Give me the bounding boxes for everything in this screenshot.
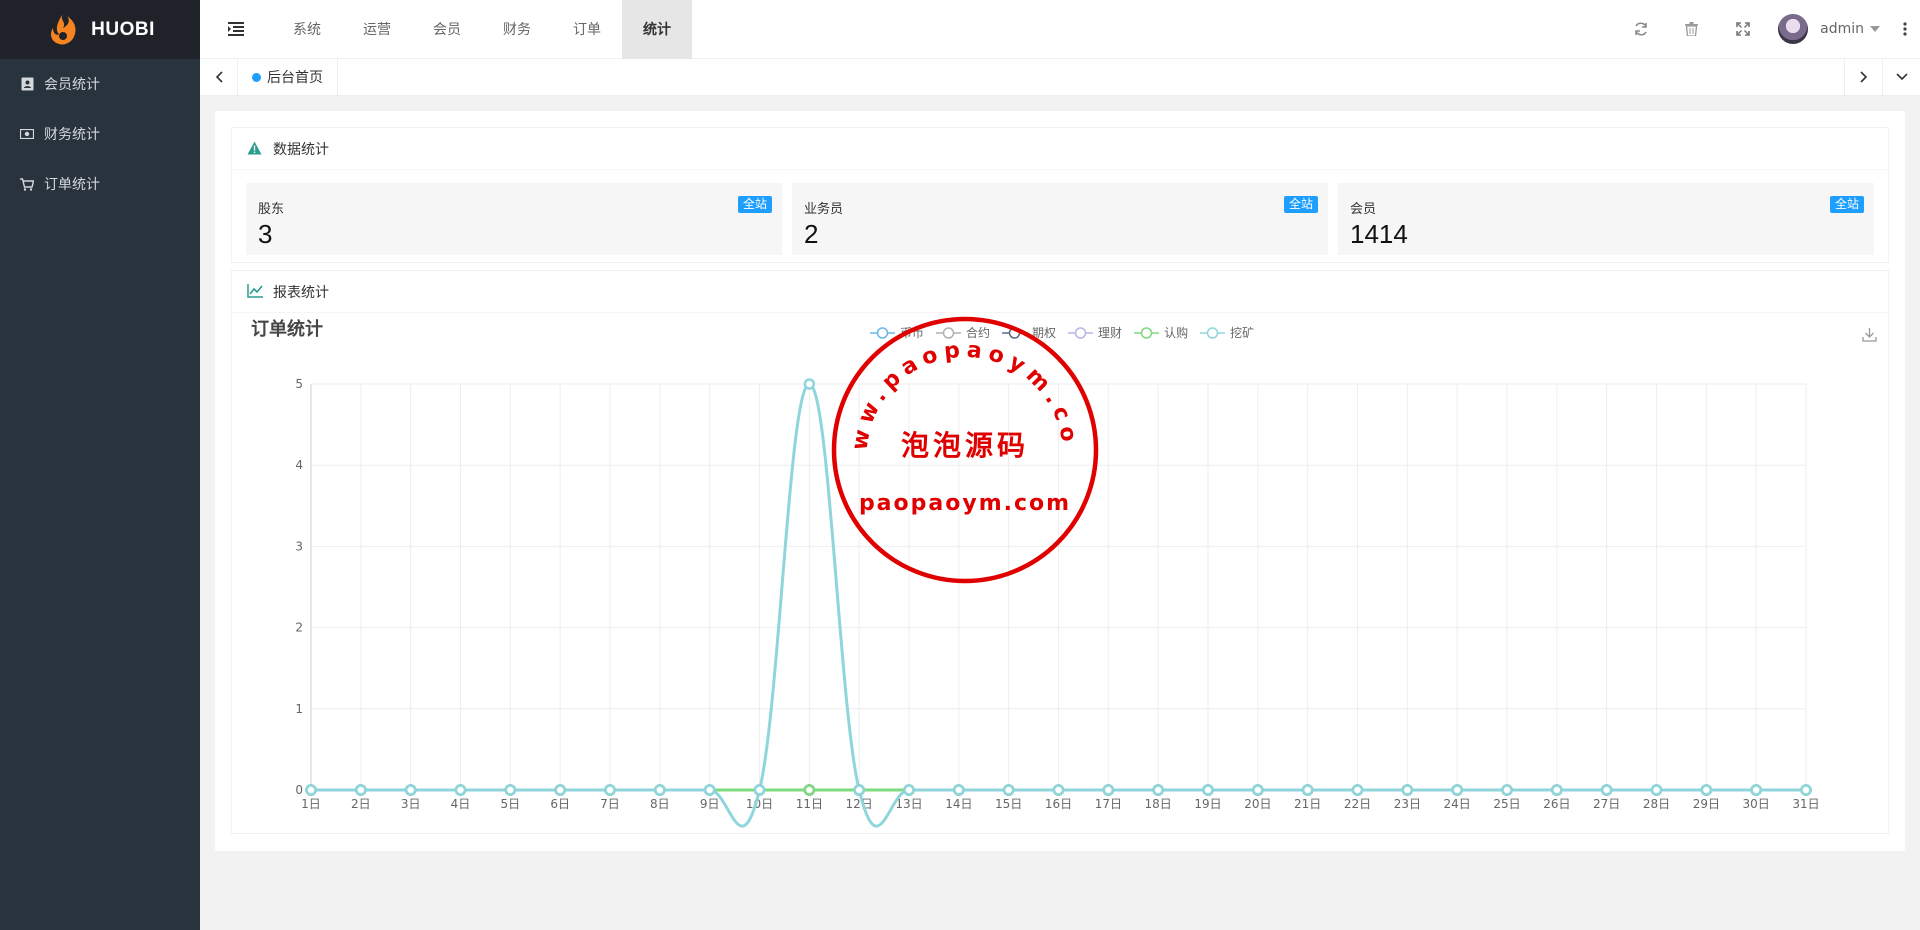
nav-member[interactable]: 会员	[412, 0, 482, 59]
stat-cards: 股东 3 全站 业务员 2 全站 会员 1414 全站	[246, 183, 1874, 255]
legend-label: 挖矿	[1230, 326, 1255, 340]
chevron-down-icon	[1870, 26, 1880, 32]
fullscreen-button[interactable]	[1717, 0, 1768, 59]
stat-value: 1414	[1350, 219, 1408, 249]
cart-icon	[20, 177, 34, 191]
panel-title: 报表统计	[273, 284, 329, 301]
nav-statistics[interactable]: 统计	[622, 0, 692, 59]
sidebar-item-label: 财务统计	[44, 127, 100, 143]
avatar	[1778, 14, 1809, 44]
top-nav: 系统 运营 会员 财务 订单 统计	[272, 0, 692, 59]
clear-cache-button[interactable]	[1666, 0, 1717, 59]
legend-item[interactable]: 合约	[936, 324, 990, 341]
stat-card-salesmen: 业务员 2 全站	[792, 183, 1328, 255]
menu-fold-icon	[228, 22, 244, 36]
user-menu[interactable]: admin	[1778, 0, 1880, 59]
legend-marker	[1200, 326, 1226, 339]
nav-finance[interactable]: 财务	[482, 0, 552, 59]
nav-system[interactable]: 系统	[272, 0, 342, 59]
chevron-down-icon	[1895, 73, 1908, 81]
trash-icon	[1685, 22, 1699, 36]
stat-value: 2	[804, 219, 819, 249]
warning-triangle-icon	[247, 141, 263, 157]
status-badge: 全站	[1829, 196, 1864, 213]
legend-label: 币币	[900, 326, 925, 340]
nav-operation[interactable]: 运营	[342, 0, 412, 59]
header-right: admin	[1615, 0, 1920, 59]
legend-marker	[870, 326, 895, 339]
sidebar-item-member-stats[interactable]: 会员统计	[0, 59, 200, 109]
line-chart-icon	[247, 283, 263, 300]
stat-label: 股东	[258, 202, 285, 217]
sidebar-item-label: 订单统计	[44, 177, 100, 193]
flame-logo-icon	[51, 13, 76, 45]
legend-item[interactable]: 期权	[1002, 324, 1056, 341]
panel-header: 数据统计	[232, 128, 1888, 170]
refresh-button[interactable]	[1615, 0, 1666, 59]
stat-card-shareholders: 股东 3 全站	[246, 183, 782, 255]
refresh-icon	[1634, 22, 1647, 36]
legend-marker	[1068, 326, 1094, 339]
download-chart-button[interactable]	[1862, 327, 1877, 346]
tabs-scroll-left[interactable]	[200, 58, 238, 96]
legend-label: 期权	[1032, 326, 1057, 340]
stat-label: 业务员	[804, 202, 844, 217]
chart-legend: 币币 合约 期权 理财 认购 挖矿	[870, 324, 1254, 341]
main-content: 数据统计 股东 3 全站 业务员 2 全站 会员 1414 全站 报表统计 订单…	[215, 111, 1905, 851]
top-header: 系统 运营 会员 财务 订单 统计 admin	[200, 0, 1920, 59]
menu-fold-button[interactable]	[210, 0, 262, 59]
data-stats-panel: 数据统计 股东 3 全站 业务员 2 全站 会员 1414 全站	[231, 127, 1889, 263]
legend-item[interactable]: 理财	[1068, 324, 1122, 341]
money-icon	[20, 127, 34, 141]
user-name: admin	[1820, 21, 1864, 37]
chevron-right-icon	[1859, 71, 1867, 83]
legend-item[interactable]: 认购	[1134, 324, 1188, 341]
logo[interactable]: HUOBI	[0, 0, 200, 59]
stat-value: 3	[258, 219, 273, 249]
legend-label: 认购	[1164, 326, 1189, 340]
sidebar-item-label: 会员统计	[44, 77, 100, 93]
sidebar-item-finance-stats[interactable]: 财务统计	[0, 109, 200, 159]
fullscreen-icon	[1735, 22, 1750, 36]
more-button[interactable]	[1890, 0, 1920, 59]
panel-header: 报表统计	[232, 271, 1888, 313]
tabs-scroll-right[interactable]	[1844, 58, 1882, 96]
legend-label: 理财	[1098, 326, 1123, 340]
legend-marker	[1134, 326, 1160, 339]
sidebar: HUOBI 会员统计 财务统计 订单统计	[0, 0, 200, 930]
legend-item[interactable]: 挖矿	[1200, 324, 1254, 341]
stat-label: 会员	[1350, 202, 1377, 217]
report-stats-panel: 报表统计	[231, 270, 1889, 834]
chevron-left-icon	[215, 71, 223, 83]
side-menu: 会员统计 财务统计 订单统计	[0, 59, 200, 209]
tabs-bar: 后台首页	[200, 58, 1920, 96]
stat-card-members: 会员 1414 全站	[1338, 183, 1874, 255]
tab-label: 后台首页	[267, 70, 323, 86]
legend-item[interactable]: 币币	[870, 324, 924, 341]
tabs-controls	[1844, 58, 1920, 96]
legend-marker	[1002, 326, 1028, 339]
nav-order[interactable]: 订单	[552, 0, 622, 59]
chart-title: 订单统计	[251, 319, 323, 340]
logo-text: HUOBI	[91, 18, 155, 40]
status-badge: 全站	[1283, 196, 1318, 213]
legend-label: 合约	[966, 326, 991, 340]
panel-title: 数据统计	[273, 141, 329, 158]
tab-home[interactable]: 后台首页	[238, 58, 338, 96]
active-tab-dot	[252, 72, 261, 82]
legend-marker	[936, 326, 962, 339]
status-badge: 全站	[737, 196, 772, 213]
sidebar-item-order-stats[interactable]: 订单统计	[0, 159, 200, 209]
more-vertical-icon	[1903, 22, 1907, 36]
tabs-menu-dropdown[interactable]	[1882, 58, 1920, 96]
contact-book-icon	[20, 77, 34, 91]
download-icon	[1862, 328, 1877, 342]
